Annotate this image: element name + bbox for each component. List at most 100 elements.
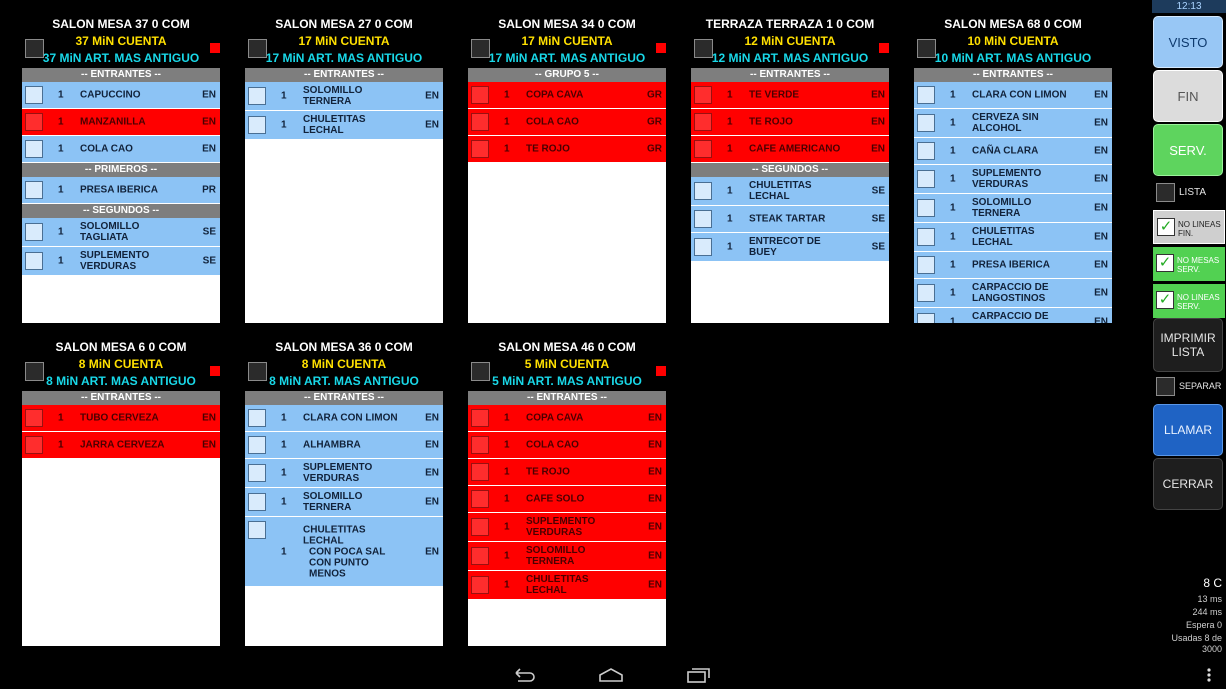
order-item-row[interactable]: 1 TE VERDE EN	[691, 82, 889, 109]
order-item-row[interactable]: 1 CARPACCIO DE LANGOSTINOS EN	[914, 279, 1112, 308]
lista-checkbox[interactable]	[1156, 183, 1175, 202]
order-select-checkbox[interactable]	[471, 39, 490, 58]
order-item-row[interactable]: 1 SOLOMILLO TERNERA EN	[468, 542, 666, 571]
order-item-row[interactable]: 1 CARPACCIO DE PULPO EN	[914, 308, 1112, 323]
item-checkbox[interactable]	[471, 86, 489, 104]
order-item-row[interactable]: 1 CHULETITAS LECHAL SE	[691, 177, 889, 206]
order-item-row[interactable]: 1 CHULETITAS LECHAL CON POCA SAL CON PUNTO…	[245, 517, 443, 587]
order-item-row[interactable]: 1 CAÑA CLARA EN	[914, 138, 1112, 165]
item-checkbox[interactable]	[917, 256, 935, 274]
item-checkbox[interactable]	[471, 576, 489, 594]
item-checkbox[interactable]	[25, 436, 43, 454]
order-item-row[interactable]: 1 ALHAMBRA EN	[245, 432, 443, 459]
order-item-row[interactable]: 1 CERVEZA SIN ALCOHOL EN	[914, 109, 1112, 138]
item-checkbox[interactable]	[25, 113, 43, 131]
no-lineas-serv-toggle[interactable]: ✓ NO LINEAS SERV.	[1153, 284, 1225, 318]
item-checkbox[interactable]	[471, 547, 489, 565]
order-item-row[interactable]: 1 STEAK TARTAR SE	[691, 206, 889, 233]
item-checkbox[interactable]	[471, 140, 489, 158]
order-item-row[interactable]: 1 SUPLEMENTO VERDURAS SE	[22, 247, 220, 276]
order-item-row[interactable]: 1 CHULETITAS LECHAL EN	[245, 111, 443, 140]
overflow-menu-icon[interactable]	[1203, 666, 1215, 684]
order-select-checkbox[interactable]	[25, 362, 44, 381]
order-item-row[interactable]: 1 COLA CAO EN	[468, 432, 666, 459]
order-item-row[interactable]: 1 COLA CAO EN	[22, 136, 220, 163]
item-checkbox[interactable]	[917, 284, 935, 302]
item-checkbox[interactable]	[471, 490, 489, 508]
order-select-checkbox[interactable]	[694, 39, 713, 58]
order-item-row[interactable]: 1 TE ROJO EN	[691, 109, 889, 136]
order-item-row[interactable]: 1 COPA CAVA EN	[468, 405, 666, 432]
checkmark-icon[interactable]: ✓	[1157, 218, 1175, 236]
order-item-row[interactable]: 1 SOLOMILLO TERNERA EN	[245, 82, 443, 111]
order-item-row[interactable]: 1 CHULETITAS LECHAL EN	[914, 223, 1112, 252]
back-icon[interactable]	[510, 666, 538, 684]
item-checkbox[interactable]	[694, 140, 712, 158]
order-item-row[interactable]: 1 SUPLEMENTO VERDURAS EN	[245, 459, 443, 488]
order-select-checkbox[interactable]	[248, 362, 267, 381]
item-checkbox[interactable]	[471, 518, 489, 536]
cerrar-button[interactable]: CERRAR	[1153, 458, 1223, 510]
llamar-button[interactable]: LLAMAR	[1153, 404, 1223, 456]
order-select-checkbox[interactable]	[917, 39, 936, 58]
item-checkbox[interactable]	[917, 86, 935, 104]
order-item-row[interactable]: 1 SOLOMILLO TERNERA EN	[914, 194, 1112, 223]
no-lineas-fin-toggle[interactable]: ✓ NO LINEAS FIN.	[1153, 210, 1225, 244]
order-item-row[interactable]: 1 SOLOMILLO TERNERA EN	[245, 488, 443, 517]
item-checkbox[interactable]	[471, 113, 489, 131]
item-checkbox[interactable]	[917, 199, 935, 217]
checkmark-icon[interactable]: ✓	[1156, 254, 1174, 272]
order-item-row[interactable]: 1 TE ROJO EN	[468, 459, 666, 486]
item-checkbox[interactable]	[248, 409, 266, 427]
home-icon[interactable]	[597, 666, 625, 684]
order-item-row[interactable]: 1 SOLOMILLO TAGLIATA SE	[22, 218, 220, 247]
item-checkbox[interactable]	[25, 223, 43, 241]
item-checkbox[interactable]	[694, 86, 712, 104]
item-checkbox[interactable]	[694, 182, 712, 200]
item-checkbox[interactable]	[917, 228, 935, 246]
order-item-row[interactable]: 1 TUBO CERVEZA EN	[22, 405, 220, 432]
item-checkbox[interactable]	[248, 521, 266, 539]
separar-toggle[interactable]: SEPARAR	[1153, 376, 1225, 398]
imprimir-lista-button[interactable]: IMPRIMIR LISTA	[1153, 318, 1223, 372]
lista-toggle[interactable]: LISTA	[1153, 182, 1225, 204]
order-item-row[interactable]: 1 CHULETITAS LECHAL EN	[468, 571, 666, 600]
order-item-row[interactable]: 1 CLARA CON LIMON EN	[914, 82, 1112, 109]
order-select-checkbox[interactable]	[471, 362, 490, 381]
item-checkbox[interactable]	[248, 436, 266, 454]
order-item-row[interactable]: 1 CAFE AMERICANO EN	[691, 136, 889, 163]
order-item-row[interactable]: 1 CAPUCCINO EN	[22, 82, 220, 109]
order-item-row[interactable]: 1 CLARA CON LIMON EN	[245, 405, 443, 432]
item-checkbox[interactable]	[917, 313, 935, 323]
order-select-checkbox[interactable]	[248, 39, 267, 58]
order-item-row[interactable]: 1 JARRA CERVEZA EN	[22, 432, 220, 459]
item-checkbox[interactable]	[917, 142, 935, 160]
item-checkbox[interactable]	[25, 140, 43, 158]
item-checkbox[interactable]	[917, 170, 935, 188]
item-checkbox[interactable]	[694, 238, 712, 256]
order-item-row[interactable]: 1 COPA CAVA GR	[468, 82, 666, 109]
item-checkbox[interactable]	[248, 493, 266, 511]
order-item-row[interactable]: 1 MANZANILLA EN	[22, 109, 220, 136]
item-checkbox[interactable]	[248, 116, 266, 134]
fin-button[interactable]: FIN	[1153, 70, 1223, 122]
item-checkbox[interactable]	[25, 409, 43, 427]
serv-button[interactable]: SERV.	[1153, 124, 1223, 176]
visto-button[interactable]: VISTO	[1153, 16, 1223, 68]
item-checkbox[interactable]	[694, 210, 712, 228]
item-checkbox[interactable]	[471, 463, 489, 481]
item-checkbox[interactable]	[694, 113, 712, 131]
item-checkbox[interactable]	[471, 409, 489, 427]
order-item-row[interactable]: 1 COLA CAO GR	[468, 109, 666, 136]
order-item-row[interactable]: 1 PRESA IBERICA PR	[22, 177, 220, 204]
item-checkbox[interactable]	[25, 181, 43, 199]
item-checkbox[interactable]	[248, 464, 266, 482]
order-item-row[interactable]: 1 SUPLEMENTO VERDURAS EN	[468, 513, 666, 542]
checkmark-icon[interactable]: ✓	[1156, 291, 1174, 309]
recents-icon[interactable]	[684, 666, 712, 684]
item-checkbox[interactable]	[471, 436, 489, 454]
order-item-row[interactable]: 1 PRESA IBERICA EN	[914, 252, 1112, 279]
item-checkbox[interactable]	[917, 114, 935, 132]
item-checkbox[interactable]	[25, 252, 43, 270]
order-item-row[interactable]: 1 CAFE SOLO EN	[468, 486, 666, 513]
